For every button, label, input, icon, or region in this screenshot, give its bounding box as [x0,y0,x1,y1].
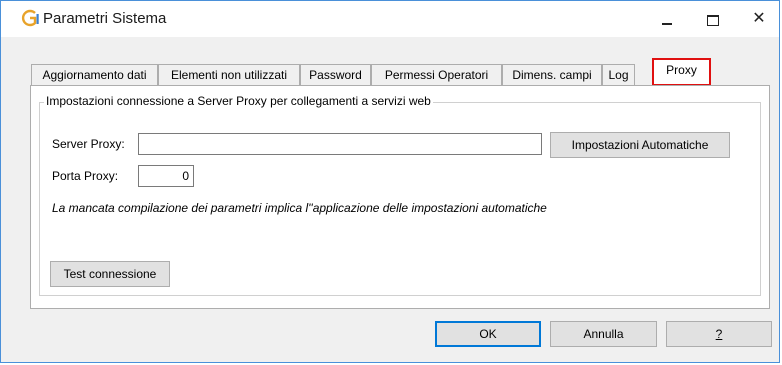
maximize-button[interactable] [691,5,735,33]
porta-proxy-input[interactable]: 0 [138,165,194,187]
proxy-settings-group: Impostazioni connessione a Server Proxy … [39,94,761,296]
automatic-settings-note: La mancata compilazione dei parametri im… [52,201,547,215]
parametri-sistema-window: Parametri Sistema ✕ Aggiornamento dati E… [0,0,780,363]
server-proxy-input[interactable] [138,133,542,155]
annulla-button[interactable]: Annulla [550,321,657,347]
server-proxy-label: Server Proxy: [52,137,125,151]
auto-settings-button[interactable]: Impostazioni Automatiche [550,132,730,158]
ok-button[interactable]: OK [435,321,541,347]
tab-password[interactable]: Password [300,64,371,85]
minimize-icon [662,23,672,26]
close-button[interactable]: ✕ [737,5,781,33]
tab-aggiornamento-dati[interactable]: Aggiornamento dati [31,64,158,85]
porta-proxy-label: Porta Proxy: [52,169,119,183]
tab-dimens-campi[interactable]: Dimens. campi [502,64,602,85]
group-title: Impostazioni connessione a Server Proxy … [44,94,433,108]
app-logo-icon [21,9,39,27]
title-bar[interactable]: Parametri Sistema ✕ [1,1,779,37]
tab-proxy[interactable]: Proxy [652,58,711,86]
help-button[interactable]: ? [666,321,772,347]
tab-log[interactable]: Log [602,64,635,85]
tab-elementi-non-utilizzati[interactable]: Elementi non utilizzati [158,64,300,85]
proxy-panel: Impostazioni connessione a Server Proxy … [30,85,770,309]
minimize-button[interactable] [645,5,689,33]
close-icon: ✕ [752,10,766,27]
test-connection-button[interactable]: Test connessione [50,261,170,287]
window-title: Parametri Sistema [43,10,167,27]
maximize-icon [707,14,719,26]
tab-permessi-operatori[interactable]: Permessi Operatori [371,64,502,85]
